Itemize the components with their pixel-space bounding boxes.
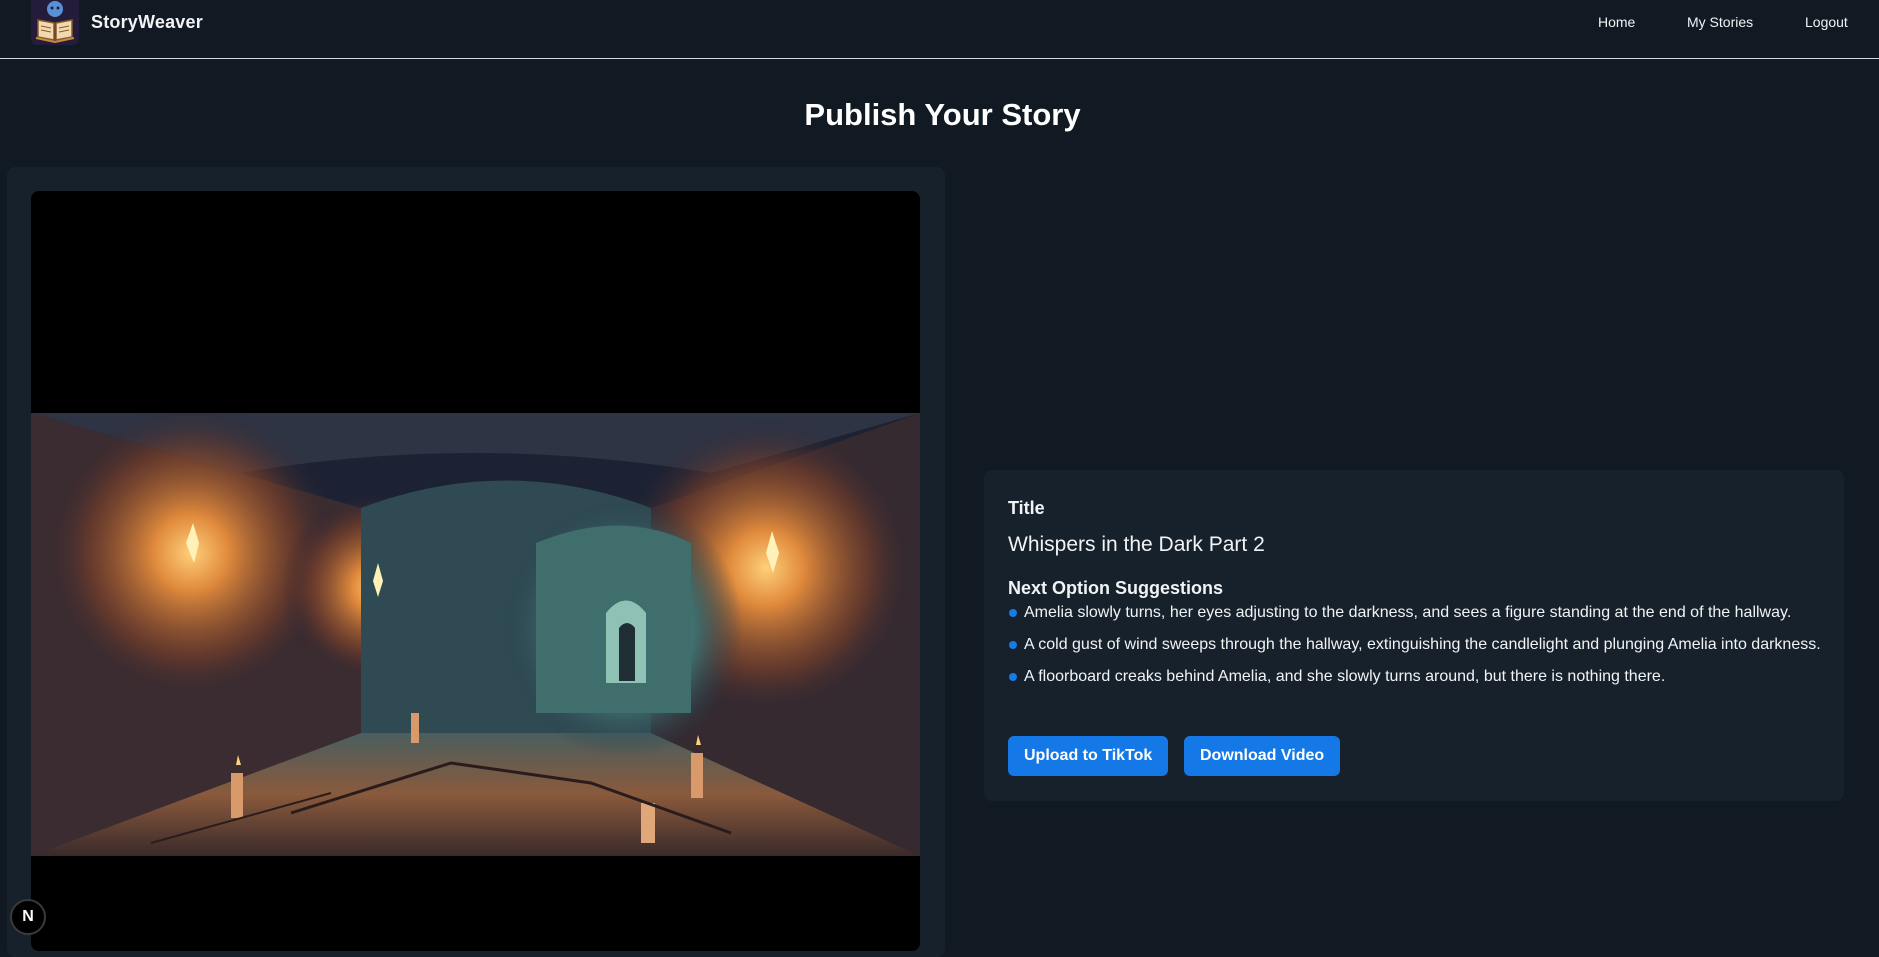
download-video-button[interactable]: Download Video: [1184, 736, 1341, 776]
suggestion-text: A floorboard creaks behind Amelia, and s…: [1024, 668, 1666, 685]
story-video-player[interactable]: [31, 191, 920, 951]
list-item: Amelia slowly turns, her eyes adjusting …: [1008, 604, 1821, 636]
n-letter-icon[interactable]: N: [10, 899, 46, 935]
nav-link-logout[interactable]: Logout: [1805, 14, 1848, 30]
page-title: Publish Your Story: [804, 97, 1081, 132]
brand-name[interactable]: StoryWeaver: [91, 12, 203, 33]
story-title-value: Whispers in the Dark Part 2: [1008, 533, 1265, 556]
video-frame-image: [31, 413, 920, 856]
navbar: StoryWeaver Home My Stories Logout: [0, 0, 1879, 59]
suggestions-list: Amelia slowly turns, her eyes adjusting …: [1008, 604, 1821, 700]
list-item: A cold gust of wind sweeps through the h…: [1008, 636, 1821, 668]
list-item: A floorboard creaks behind Amelia, and s…: [1008, 668, 1821, 700]
nav-link-my-stories[interactable]: My Stories: [1687, 14, 1753, 30]
suggestion-text: A cold gust of wind sweeps through the h…: [1024, 636, 1821, 653]
dot-icon: [1009, 641, 1017, 649]
title-label: Title: [1008, 498, 1045, 518]
storyweaver-logo-icon[interactable]: [31, 0, 79, 45]
upload-to-tiktok-button[interactable]: Upload to TikTok: [1008, 736, 1169, 776]
nav-link-home[interactable]: Home: [1598, 14, 1635, 30]
dot-icon: [1009, 609, 1017, 617]
story-details-card: Title Whispers in the Dark Part 2 Next O…: [984, 470, 1844, 801]
suggestions-label: Next Option Suggestions: [1008, 578, 1224, 598]
suggestion-text: Amelia slowly turns, her eyes adjusting …: [1024, 604, 1792, 621]
dot-icon: [1009, 673, 1017, 681]
